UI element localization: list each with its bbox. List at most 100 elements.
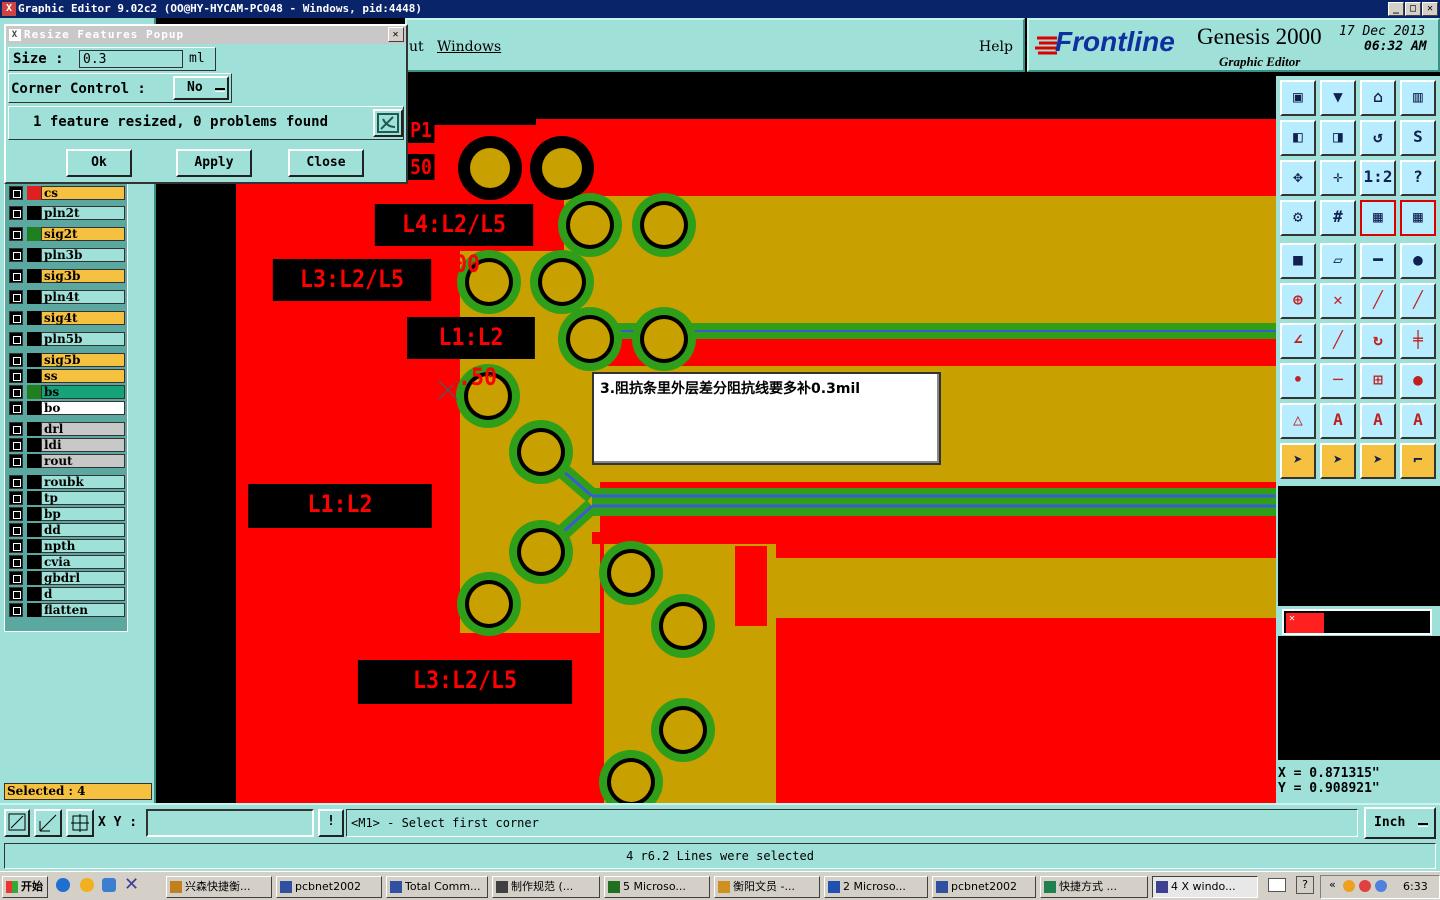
taskbar-item[interactable]: pcbnet2002 xyxy=(276,876,382,898)
keyboard-icon[interactable] xyxy=(1268,878,1286,892)
taskbar-item[interactable]: 制作规范 (... xyxy=(492,876,600,898)
alert-icon[interactable]: ! xyxy=(318,809,344,837)
dash-icon[interactable]: ─ xyxy=(1320,363,1356,399)
layer-row-pln2t[interactable]: pln2t xyxy=(7,205,125,221)
pointer-icon[interactable]: ➤ xyxy=(1280,443,1316,479)
split-view-icon[interactable]: ▥ xyxy=(1400,80,1436,116)
ruler-icon[interactable]: ━ xyxy=(1360,243,1396,279)
layer-checkbox[interactable] xyxy=(9,186,23,200)
units-select[interactable]: Inch xyxy=(1364,807,1436,839)
layer-row-sig4t[interactable]: sig4t xyxy=(7,310,125,326)
apply-button[interactable]: Apply xyxy=(176,149,252,177)
layer-checkbox[interactable] xyxy=(9,206,23,220)
layer-checkbox[interactable] xyxy=(9,491,23,505)
snake-icon[interactable]: S xyxy=(1400,120,1436,156)
line-add-icon[interactable]: ╱ xyxy=(1360,283,1396,319)
node-icon[interactable]: ⊕ xyxy=(1280,283,1316,319)
triangle-a2-icon[interactable]: A xyxy=(1360,403,1396,439)
layer-row-dd[interactable]: dd xyxy=(7,522,125,538)
layer-checkbox[interactable] xyxy=(9,475,23,489)
step-out-icon[interactable]: ◨ xyxy=(1320,120,1356,156)
route-icon[interactable]: ⌐ xyxy=(1400,443,1436,479)
point-move-icon[interactable]: • xyxy=(1280,363,1316,399)
layer-row-cs[interactable]: cs xyxy=(7,185,125,201)
layer-row-d[interactable]: d xyxy=(7,586,125,602)
help-icon[interactable]: ? xyxy=(1296,876,1314,894)
triangle-a-icon[interactable]: A xyxy=(1320,403,1356,439)
layer-checkbox[interactable] xyxy=(9,332,23,346)
corner-control-select[interactable]: No xyxy=(173,76,229,100)
layer-row-sig2t[interactable]: sig2t xyxy=(7,226,125,242)
size-input[interactable] xyxy=(79,50,183,68)
xwin-icon[interactable]: ✕ xyxy=(124,874,142,896)
layer-checkbox[interactable] xyxy=(9,571,23,585)
tray-icon[interactable] xyxy=(1375,880,1387,892)
menu-item-help[interactable]: Help xyxy=(979,39,1013,55)
home-icon[interactable]: ⌂ xyxy=(1360,80,1396,116)
cross-icon[interactable]: ✕ xyxy=(1320,283,1356,319)
taskbar-item[interactable]: Total Comm... xyxy=(386,876,488,898)
layer-checkbox[interactable] xyxy=(9,269,23,283)
ok-button[interactable]: Ok xyxy=(66,149,132,177)
snap-grid-icon[interactable] xyxy=(66,809,94,837)
settings-icon[interactable]: ⚙ xyxy=(1280,200,1316,236)
layer-checkbox[interactable] xyxy=(9,539,23,553)
tray-icon[interactable] xyxy=(1359,880,1371,892)
layer-checkbox[interactable] xyxy=(9,454,23,468)
layer-checkbox[interactable] xyxy=(9,401,23,415)
layer-row-bs[interactable]: bs xyxy=(7,384,125,400)
layer-checkbox[interactable] xyxy=(9,587,23,601)
layer-checkbox[interactable] xyxy=(9,555,23,569)
fanout-icon[interactable]: ╪ xyxy=(1400,323,1436,359)
grid-icon[interactable]: # xyxy=(1320,200,1356,236)
layer-checkbox[interactable] xyxy=(9,422,23,436)
layer-checkbox[interactable] xyxy=(9,438,23,452)
quicklaunch-icon[interactable] xyxy=(102,878,116,892)
round-pad-icon[interactable]: ● xyxy=(1400,243,1436,279)
pan-icon[interactable]: ✛ xyxy=(1320,160,1356,196)
taskbar-item[interactable]: 快捷方式 ... xyxy=(1040,876,1148,898)
note-box[interactable]: 3.阻抗条里外层差分阻抗线要多补0.3mil xyxy=(592,372,941,465)
layer-row-flatten[interactable]: flatten xyxy=(7,602,125,618)
triangle-icon[interactable]: △ xyxy=(1280,403,1316,439)
layer-row-cvia[interactable]: cvia xyxy=(7,554,125,570)
layer-row-gbdrl[interactable]: gbdrl xyxy=(7,570,125,586)
layer-row-pln4t[interactable]: pln4t xyxy=(7,289,125,305)
pointer-gold-icon[interactable]: ➤ xyxy=(1360,443,1396,479)
component-red-icon[interactable]: ▦ xyxy=(1400,200,1436,236)
taskbar-item[interactable]: pcbnet2002 xyxy=(932,876,1036,898)
taskbar-item[interactable]: 4 X windo... xyxy=(1152,876,1258,898)
xy-input[interactable] xyxy=(146,809,314,837)
pad-select-icon[interactable]: ■ xyxy=(1280,243,1316,279)
layer-row-npth[interactable]: npth xyxy=(7,538,125,554)
layer-checkbox[interactable] xyxy=(9,290,23,304)
slot-icon[interactable]: ▱ xyxy=(1320,243,1356,279)
layer-checkbox[interactable] xyxy=(9,603,23,617)
close-button[interactable]: Close xyxy=(288,149,364,177)
layer-checkbox[interactable] xyxy=(9,227,23,241)
layer-checkbox[interactable] xyxy=(9,369,23,383)
layer-row-pln5b[interactable]: pln5b xyxy=(7,331,125,347)
maximize-button[interactable]: □ xyxy=(1405,2,1421,16)
layer-row-drl[interactable]: drl xyxy=(7,421,125,437)
layer-row-bp[interactable]: bp xyxy=(7,506,125,522)
layer-down-icon[interactable]: ▼ xyxy=(1320,80,1356,116)
measure-box-icon[interactable]: ⊞ xyxy=(1360,363,1396,399)
component-icon[interactable]: ▦ xyxy=(1360,200,1396,236)
layer-row-ss[interactable]: ss xyxy=(7,368,125,384)
pointer-box-icon[interactable]: ➤ xyxy=(1320,443,1356,479)
reverse-icon[interactable]: ↺ xyxy=(1360,120,1396,156)
layer-row-sig3b[interactable]: sig3b xyxy=(7,268,125,284)
triangle-a3-icon[interactable]: A xyxy=(1400,403,1436,439)
layer-checkbox[interactable] xyxy=(9,385,23,399)
popup-close-icon[interactable]: ✕ xyxy=(388,27,404,42)
ie-icon[interactable] xyxy=(56,878,70,892)
layer-row-rout[interactable]: rout xyxy=(7,453,125,469)
shapes-icon[interactable]: ● xyxy=(1400,363,1436,399)
active-color-swatch[interactable]: ✕ xyxy=(1286,613,1324,633)
scale-1-2-icon[interactable]: 1:2 xyxy=(1360,160,1396,196)
step-in-icon[interactable]: ◧ xyxy=(1280,120,1316,156)
layer-checkbox[interactable] xyxy=(9,507,23,521)
taskbar-item[interactable]: 衡阳文员 -... xyxy=(714,876,820,898)
measure-icon[interactable] xyxy=(34,809,62,837)
